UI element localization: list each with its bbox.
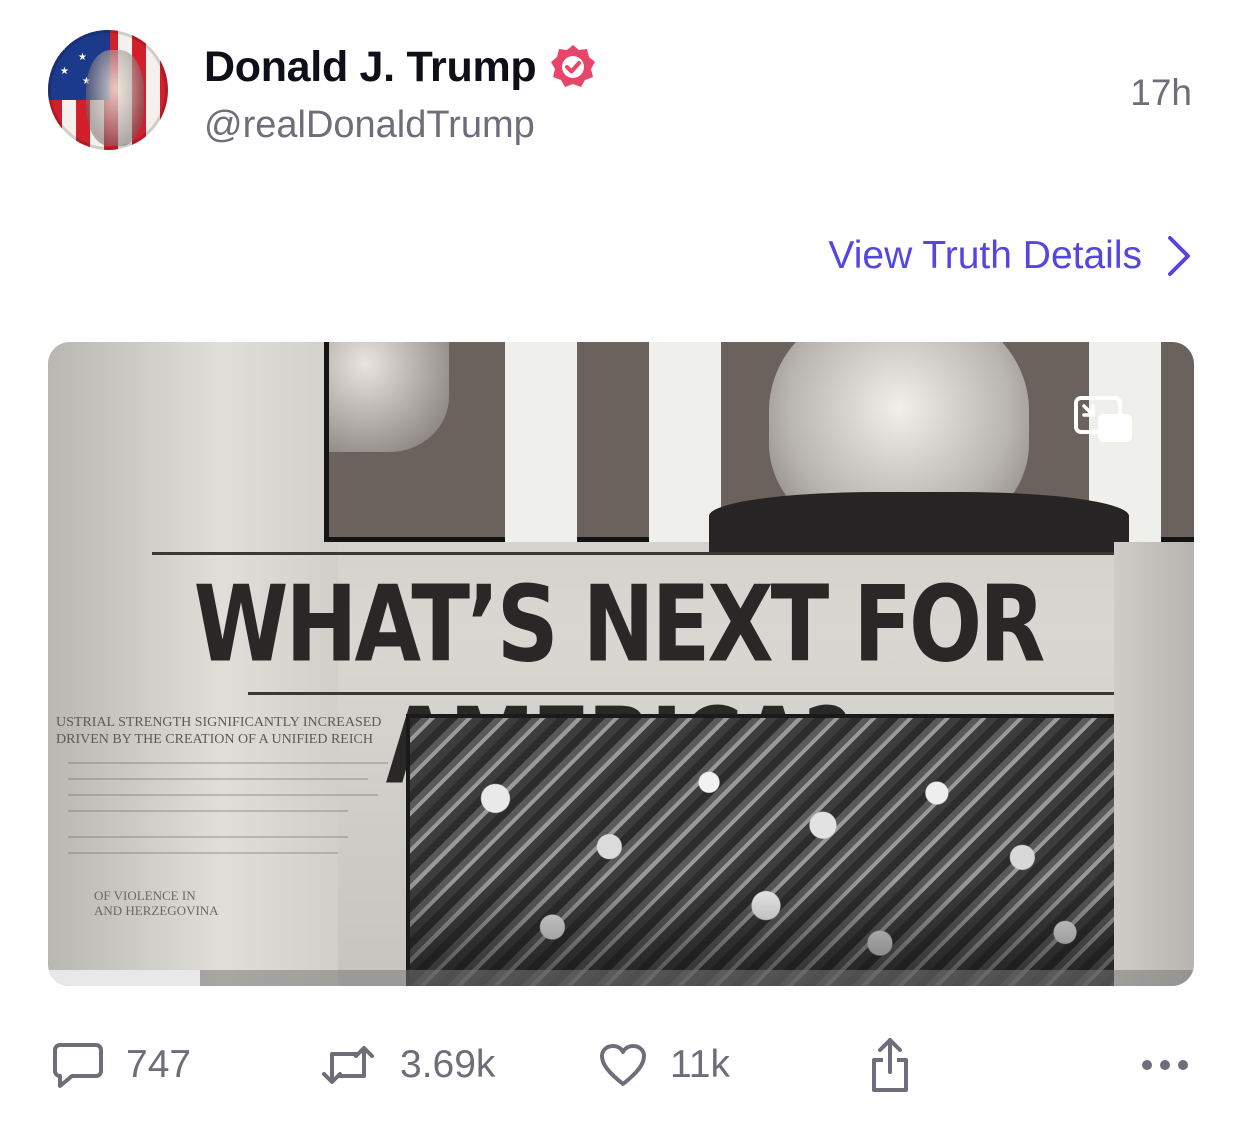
post-timestamp: 17h	[1130, 72, 1192, 113]
verified-badge-icon	[551, 45, 596, 87]
author-name-row: Donald J. Trump	[204, 42, 598, 92]
rally-crowd-photo	[406, 714, 1126, 986]
newspaper-photo-top	[324, 342, 1194, 552]
like-button[interactable]: 11k	[598, 1030, 730, 1100]
retruth-icon	[322, 1046, 374, 1084]
display-name[interactable]: Donald J. Trump	[204, 43, 537, 92]
newspaper-caption-lower: OF VIOLENCE IN AND HERZEGOVINA	[94, 888, 219, 918]
more-options-button[interactable]	[1140, 1030, 1190, 1100]
avatar[interactable]: ★★ ★★	[48, 30, 168, 150]
chevron-right-icon	[1168, 236, 1190, 276]
share-button[interactable]	[868, 1030, 912, 1100]
author-handle[interactable]: @realDonaldTrump	[204, 104, 535, 147]
newspaper-caption: USTRIAL STRENGTH SIGNIFICANTLY INCREASED…	[56, 715, 382, 747]
heart-icon	[600, 1044, 646, 1086]
video-progress-bar[interactable]	[48, 970, 1194, 986]
like-count: 11k	[670, 1043, 730, 1086]
reply-button[interactable]: 747	[52, 1030, 191, 1100]
video-progress-fill	[48, 970, 201, 986]
view-truth-details-link[interactable]: View Truth Details	[828, 234, 1194, 278]
more-dots-icon	[1142, 1060, 1188, 1070]
retruth-count: 3.69k	[400, 1043, 496, 1086]
picture-in-picture-icon[interactable]	[1074, 396, 1134, 444]
share-icon	[872, 1038, 908, 1092]
post-actions: 747 3.69k 11k	[0, 1030, 1242, 1100]
retruth-button[interactable]: 3.69k	[318, 1030, 495, 1100]
video-player[interactable]: WHAT’S NEXT FOR AMERICA? USTRIAL STRENGT…	[48, 342, 1194, 986]
comment-icon	[53, 1043, 103, 1088]
view-truth-details-label: View Truth Details	[828, 234, 1142, 277]
truth-post: ★★ ★★ Donald J. Trump @realDonaldTrump 1…	[0, 0, 1242, 1126]
reply-count: 747	[126, 1043, 192, 1086]
